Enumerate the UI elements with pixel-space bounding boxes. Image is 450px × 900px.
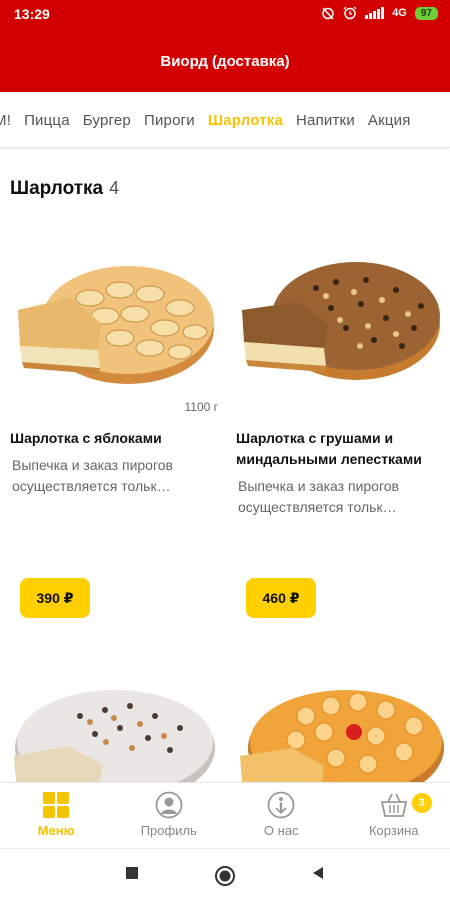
section-title: Шарлотка bbox=[10, 178, 104, 199]
product-card[interactable]: 1100 г Шарлотка с яблоками Выпечка и зак… bbox=[10, 228, 220, 620]
alarm-off-icon bbox=[322, 7, 334, 20]
status-time: 13:29 bbox=[14, 6, 50, 22]
product-description: Выпечка и заказ пирогов осуществляется т… bbox=[12, 457, 173, 494]
tab-sharlotka[interactable]: Шарлотка bbox=[208, 112, 283, 129]
product-weight: 1100 г bbox=[184, 400, 218, 414]
nav-about-label: О нас bbox=[263, 823, 299, 838]
nav-profile-label: Профиль bbox=[140, 823, 197, 838]
product-card[interactable] bbox=[236, 676, 446, 782]
about-icon bbox=[267, 791, 295, 819]
tab-drinks[interactable]: Напитки bbox=[296, 112, 355, 129]
category-tabs-track: М! Пицца Бургер Пироги Шарлотка Напитки … bbox=[0, 92, 411, 147]
basket-icon bbox=[380, 793, 407, 817]
menu-grid-icon bbox=[43, 792, 70, 818]
product-description: Выпечка и заказ пирогов осуществляется т… bbox=[238, 478, 399, 515]
product-image[interactable] bbox=[236, 676, 446, 782]
section-count: 4 bbox=[109, 178, 120, 198]
nav-about[interactable]: О нас bbox=[225, 783, 338, 848]
alarm-clock-icon bbox=[343, 6, 357, 20]
product-card[interactable] bbox=[10, 676, 220, 782]
signal-icon bbox=[365, 7, 385, 19]
back-icon[interactable] bbox=[310, 865, 326, 881]
price-button[interactable]: 390 ₽ bbox=[20, 578, 90, 618]
status-icons: 4G 97 bbox=[321, 6, 438, 20]
tab-burger[interactable]: Бургер bbox=[83, 112, 131, 129]
system-navigation bbox=[0, 848, 450, 900]
product-image[interactable]: 1100 г bbox=[10, 228, 220, 418]
nav-menu[interactable]: Меню bbox=[0, 783, 113, 848]
app-header: Виорд (доставка) bbox=[0, 30, 450, 92]
nav-profile[interactable]: Профиль bbox=[113, 783, 226, 848]
product-name: Шарлотка с яблоками bbox=[10, 430, 162, 446]
tab-promo[interactable]: М! bbox=[0, 112, 11, 129]
tab-sale[interactable]: Акция bbox=[368, 112, 411, 129]
cart-count-badge: 3 bbox=[411, 793, 432, 813]
battery-icon: 97 bbox=[414, 6, 438, 20]
product-image[interactable] bbox=[236, 228, 446, 418]
pear-pie-image bbox=[242, 262, 440, 380]
price-button[interactable]: 460 ₽ bbox=[246, 578, 316, 618]
recent-apps-icon[interactable] bbox=[124, 865, 140, 881]
network-type: 4G bbox=[392, 7, 407, 19]
product-card[interactable]: Шарлотка с грушами и миндальными лепестк… bbox=[236, 228, 446, 620]
tab-pizza[interactable]: Пицца bbox=[24, 112, 70, 129]
bottom-navigation: Меню Профиль О нас 3 Корзина bbox=[0, 782, 450, 848]
home-icon[interactable] bbox=[214, 865, 236, 887]
app-title: Виорд (доставка) bbox=[160, 52, 290, 70]
nav-cart-label: Корзина bbox=[368, 823, 419, 838]
profile-icon bbox=[155, 791, 183, 819]
section-heading: Шарлотка 4 bbox=[10, 178, 119, 200]
apple-pie-image bbox=[18, 266, 214, 384]
nav-menu-label: Меню bbox=[37, 823, 75, 838]
product-name: Шарлотка с грушами и миндальными лепестк… bbox=[236, 430, 422, 467]
category-tabs[interactable]: М! Пицца Бургер Пироги Шарлотка Напитки … bbox=[0, 92, 450, 148]
status-bar: 13:29 4G 97 bbox=[0, 0, 450, 30]
nav-cart[interactable]: 3 Корзина bbox=[338, 783, 450, 848]
tab-pies[interactable]: Пироги bbox=[144, 112, 195, 129]
product-image[interactable] bbox=[10, 676, 220, 782]
